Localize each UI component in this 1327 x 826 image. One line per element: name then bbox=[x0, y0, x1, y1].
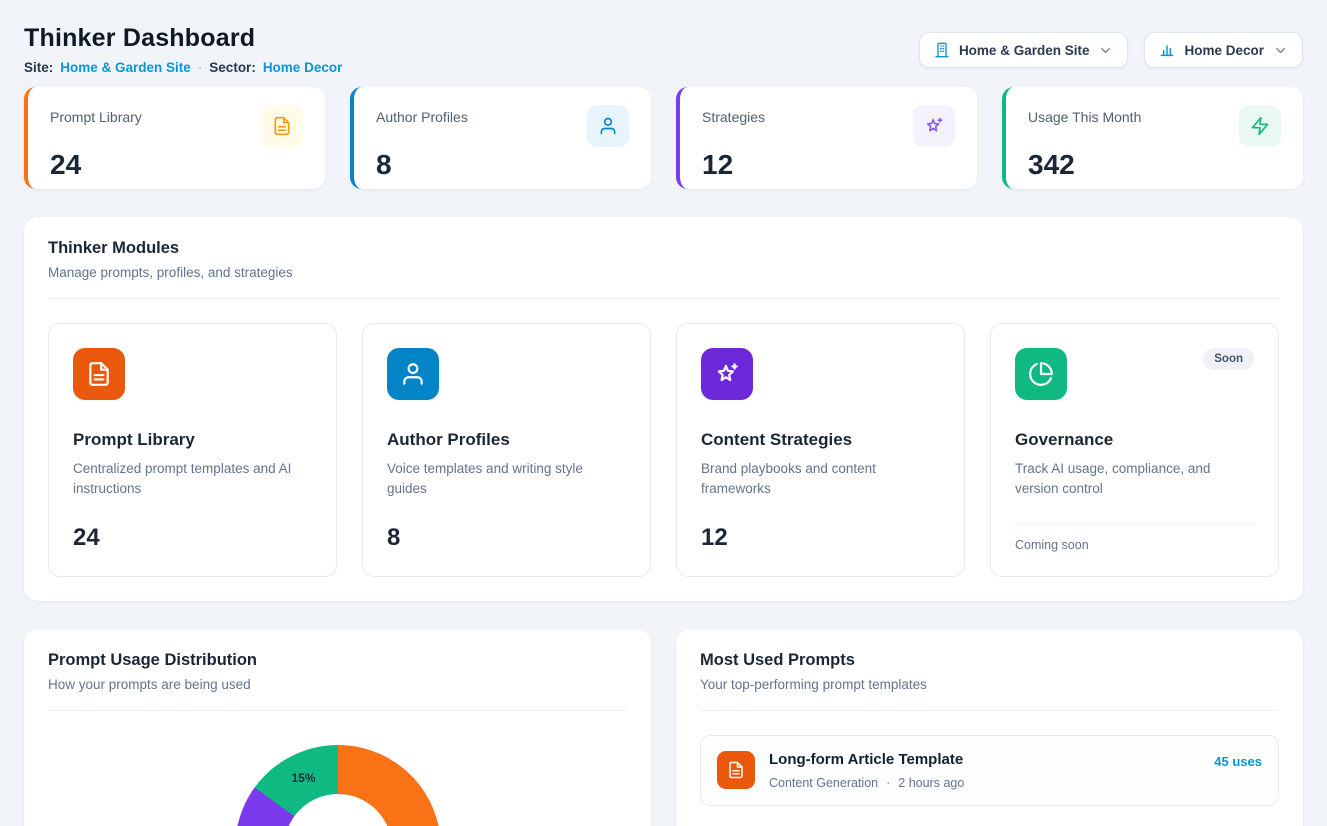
module-card-content-strategies[interactable]: Content Strategies Brand playbooks and c… bbox=[676, 323, 965, 577]
lightning-icon bbox=[1239, 105, 1281, 147]
module-grid: Prompt Library Centralized prompt templa… bbox=[24, 299, 1303, 601]
dashboard-page: Thinker Dashboard Site: Home & Garden Si… bbox=[0, 0, 1327, 826]
site-selector-label: Home & Garden Site bbox=[959, 43, 1090, 58]
uses-badge: 45 uses bbox=[1214, 751, 1262, 769]
breadcrumb: Site: Home & Garden Site · Sector: Home … bbox=[24, 60, 342, 75]
module-card-governance[interactable]: Soon Governance Track AI usage, complian… bbox=[990, 323, 1279, 577]
coming-soon-text: Coming soon bbox=[1015, 523, 1254, 552]
stat-card-prompt-library: Prompt Library 24 bbox=[24, 87, 325, 189]
usage-subtitle: How your prompts are being used bbox=[48, 677, 627, 692]
site-selector[interactable]: Home & Garden Site bbox=[919, 32, 1129, 68]
stat-label: Author Profiles bbox=[376, 105, 468, 125]
sector-selector-label: Home Decor bbox=[1184, 43, 1264, 58]
bottom-row: Prompt Usage Distribution How your promp… bbox=[24, 629, 1303, 826]
header: Thinker Dashboard Site: Home & Garden Si… bbox=[24, 24, 1303, 75]
module-title: Governance bbox=[1015, 430, 1254, 450]
thinker-modules-panel: Thinker Modules Manage prompts, profiles… bbox=[24, 217, 1303, 601]
stat-card-usage: Usage This Month 342 bbox=[1002, 87, 1303, 189]
chart-area: 15% bbox=[24, 745, 651, 826]
page-title: Thinker Dashboard bbox=[24, 24, 342, 53]
breadcrumb-separator: · bbox=[198, 60, 203, 75]
stat-label: Usage This Month bbox=[1028, 105, 1141, 125]
pie-chart-icon bbox=[1015, 348, 1067, 400]
prompt-list-item[interactable]: Long-form Article Template Content Gener… bbox=[700, 735, 1279, 806]
module-count: 24 bbox=[73, 524, 312, 552]
module-title: Author Profiles bbox=[387, 430, 626, 450]
module-description: Brand playbooks and content frameworks bbox=[701, 459, 940, 500]
building-icon bbox=[934, 42, 950, 58]
soon-badge: Soon bbox=[1203, 348, 1254, 370]
module-count: 12 bbox=[701, 524, 940, 552]
usage-title: Prompt Usage Distribution bbox=[48, 651, 627, 670]
modules-title: Thinker Modules bbox=[48, 239, 1279, 258]
sparkle-star-icon bbox=[701, 348, 753, 400]
stat-label: Prompt Library bbox=[50, 105, 142, 125]
bar-chart-icon bbox=[1159, 42, 1175, 58]
stat-value: 12 bbox=[702, 149, 955, 181]
sector-label: Sector: bbox=[209, 60, 256, 75]
stats-row: Prompt Library 24 Author Profiles 8 Stra… bbox=[24, 87, 1303, 189]
prompt-time: 2 hours ago bbox=[898, 776, 964, 790]
header-left: Thinker Dashboard Site: Home & Garden Si… bbox=[24, 24, 342, 75]
prompt-category: Content Generation bbox=[769, 776, 878, 790]
donut-slice-label: 15% bbox=[291, 771, 315, 785]
donut-chart: 15% bbox=[235, 745, 441, 826]
meta-separator: · bbox=[886, 776, 890, 790]
prompt-meta: Content Generation · 2 hours ago bbox=[769, 776, 964, 790]
module-card-author-profiles[interactable]: Author Profiles Voice templates and writ… bbox=[362, 323, 651, 577]
prompt-usage-panel: Prompt Usage Distribution How your promp… bbox=[24, 629, 651, 826]
file-text-icon bbox=[717, 751, 755, 789]
divider bbox=[700, 710, 1279, 711]
stat-value: 24 bbox=[50, 149, 303, 181]
stat-card-author-profiles: Author Profiles 8 bbox=[350, 87, 651, 189]
stat-card-strategies: Strategies 12 bbox=[676, 87, 977, 189]
most-used-title: Most Used Prompts bbox=[700, 651, 1279, 670]
user-icon bbox=[387, 348, 439, 400]
divider bbox=[48, 710, 627, 711]
module-description: Centralized prompt templates and AI inst… bbox=[73, 459, 312, 500]
module-title: Content Strategies bbox=[701, 430, 940, 450]
stat-value: 342 bbox=[1028, 149, 1281, 181]
site-label: Site: bbox=[24, 60, 53, 75]
file-text-icon bbox=[73, 348, 125, 400]
chevron-down-icon bbox=[1273, 43, 1288, 58]
module-card-prompt-library[interactable]: Prompt Library Centralized prompt templa… bbox=[48, 323, 337, 577]
module-description: Voice templates and writing style guides bbox=[387, 459, 626, 500]
most-used-subtitle: Your top-performing prompt templates bbox=[700, 677, 1279, 692]
module-title: Prompt Library bbox=[73, 430, 312, 450]
chevron-down-icon bbox=[1098, 43, 1113, 58]
stat-label: Strategies bbox=[702, 105, 765, 125]
site-link[interactable]: Home & Garden Site bbox=[60, 60, 191, 75]
prompt-title: Long-form Article Template bbox=[769, 751, 963, 768]
user-icon bbox=[587, 105, 629, 147]
sector-link[interactable]: Home Decor bbox=[263, 60, 343, 75]
module-count: 8 bbox=[387, 524, 626, 552]
most-used-prompts-panel: Most Used Prompts Your top-performing pr… bbox=[676, 629, 1303, 826]
sector-selector[interactable]: Home Decor bbox=[1144, 32, 1303, 68]
modules-subtitle: Manage prompts, profiles, and strategies bbox=[48, 265, 1279, 280]
file-text-icon bbox=[261, 105, 303, 147]
sparkle-star-icon bbox=[913, 105, 955, 147]
stat-value: 8 bbox=[376, 149, 629, 181]
header-selectors: Home & Garden Site Home Decor bbox=[919, 32, 1303, 68]
module-description: Track AI usage, compliance, and version … bbox=[1015, 459, 1254, 500]
